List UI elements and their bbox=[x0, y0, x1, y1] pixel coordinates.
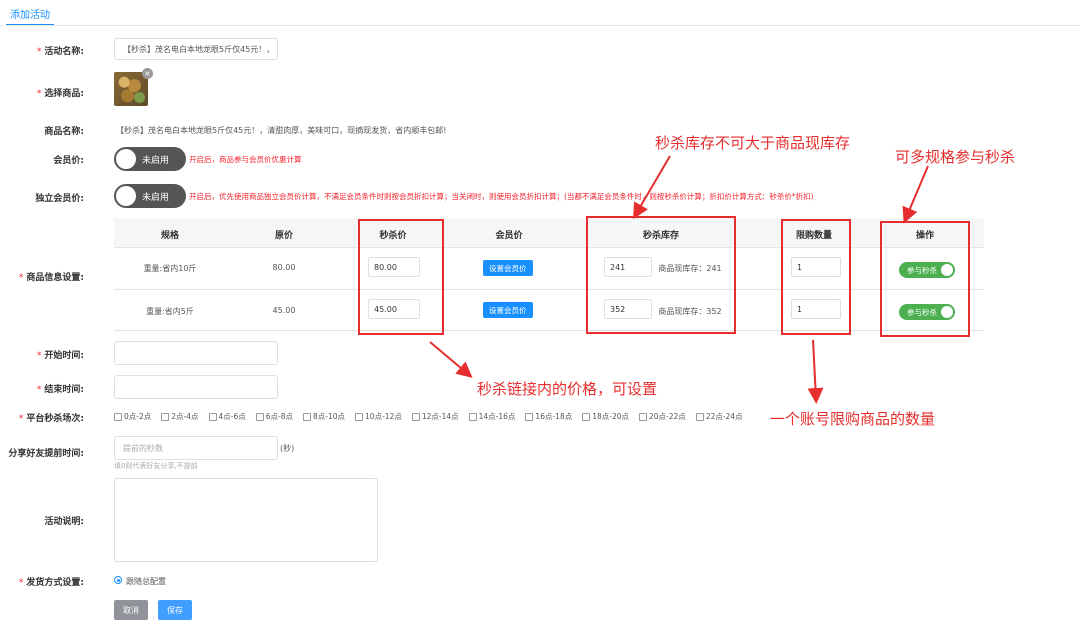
annotation-arrows bbox=[429, 155, 929, 404]
arrow-price bbox=[429, 341, 473, 378]
arrow-multi-spec bbox=[902, 165, 929, 224]
arrow-limit bbox=[807, 339, 824, 404]
arrow-stock bbox=[632, 155, 671, 220]
